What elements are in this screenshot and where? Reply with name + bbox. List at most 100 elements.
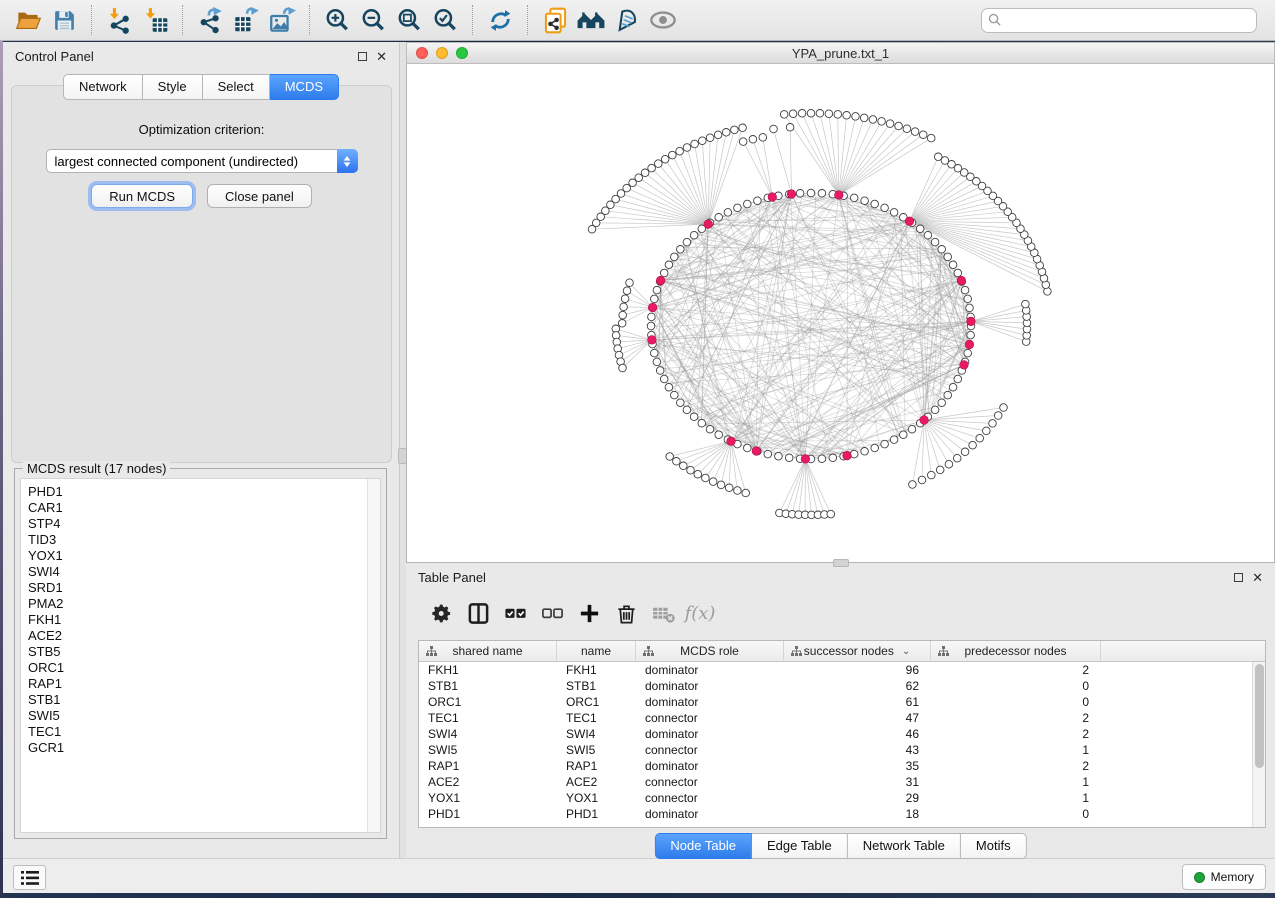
network-graph [407,64,1274,561]
add-icon[interactable] [574,598,604,628]
table-row[interactable]: RAP1RAP1dominator352 [419,758,1265,774]
zoom-fit-icon[interactable] [391,4,427,36]
float-table-panel-icon[interactable] [1234,573,1243,582]
memory-button[interactable]: Memory [1182,864,1266,890]
table-cell: YOX1 [419,791,557,805]
network-window-titlebar[interactable]: YPA_prune.txt_1 [406,42,1275,64]
table-row[interactable]: ORC1ORC1dominator610 [419,694,1265,710]
save-session-icon[interactable] [46,4,82,36]
table-cell: FKH1 [419,663,557,677]
deselect-all-icon[interactable] [537,598,567,628]
export-network-icon[interactable] [192,4,228,36]
list-item[interactable]: PMA2 [28,596,380,612]
table-row[interactable]: ACE2ACE2connector311 [419,774,1265,790]
export-table-icon[interactable] [228,4,264,36]
table-cell: 43 [784,743,931,757]
zoom-selected-icon[interactable] [427,4,463,36]
select-all-icon[interactable] [500,598,530,628]
column-header-shared-name[interactable]: shared name [419,641,557,661]
tab-node-table[interactable]: Node Table [654,833,752,859]
tab-edge-table[interactable]: Edge Table [752,833,848,859]
show-hide-icon[interactable] [645,4,681,36]
zoom-out-icon[interactable] [355,4,391,36]
home-icon[interactable] [573,4,609,36]
table-splitter-grip[interactable] [833,559,849,567]
tab-motifs[interactable]: Motifs [961,833,1027,859]
table-row[interactable]: SWI4SWI4dominator462 [419,726,1265,742]
list-item[interactable]: FKH1 [28,612,380,628]
mcds-tab-content: Optimization criterion: largest connecte… [11,85,392,463]
list-item[interactable]: SWI5 [28,708,380,724]
open-file-icon[interactable] [10,4,46,36]
gear-icon[interactable] [426,598,456,628]
table-cell: 18 [784,807,931,821]
network-canvas[interactable] [406,64,1275,563]
list-item[interactable]: SRD1 [28,580,380,596]
table-cell: ACE2 [419,775,557,789]
zoom-in-icon[interactable] [319,4,355,36]
task-history-button[interactable] [13,865,46,890]
share-document-icon[interactable] [537,4,573,36]
list-item[interactable]: TID3 [28,532,380,548]
column-header-name[interactable]: name [557,641,636,661]
table-cell: SWI4 [557,727,636,741]
tab-network-table[interactable]: Network Table [848,833,961,859]
list-item[interactable]: TEC1 [28,724,380,740]
column-header-predecessor-nodes[interactable]: predecessor nodes [931,641,1101,661]
table-cell: 35 [784,759,931,773]
first-neighbors-icon[interactable] [482,4,518,36]
table-cell: ACE2 [557,775,636,789]
export-image-icon[interactable] [264,4,300,36]
table-cell: 2 [931,711,1101,725]
table-cell: dominator [636,727,784,741]
search-input[interactable] [981,8,1257,33]
style-icon[interactable] [609,4,645,36]
criterion-dropdown[interactable]: largest connected component (undirected) [46,149,358,173]
table-cell: PHD1 [557,807,636,821]
zoom-window-icon[interactable] [456,47,468,59]
table-scrollbar[interactable] [1252,662,1265,827]
result-scrollbar[interactable] [367,479,380,832]
table-row[interactable]: SWI5SWI5connector431 [419,742,1265,758]
list-item[interactable]: GCR1 [28,740,380,756]
list-item[interactable]: PHD1 [28,484,380,500]
table-row[interactable]: PHD1PHD1dominator180 [419,806,1265,822]
table-row[interactable]: FKH1FKH1dominator962 [419,662,1265,678]
memory-status-icon [1194,872,1205,883]
tab-mcds[interactable]: MCDS [270,74,339,100]
minimize-window-icon[interactable] [436,47,448,59]
list-item[interactable]: RAP1 [28,676,380,692]
table-panel-title: Table Panel [418,570,486,585]
list-item[interactable]: STB1 [28,692,380,708]
table-row[interactable]: TEC1TEC1connector472 [419,710,1265,726]
list-item[interactable]: ORC1 [28,660,380,676]
close-panel-icon[interactable]: ✕ [376,50,387,63]
list-item[interactable]: STB5 [28,644,380,660]
delete-icon[interactable] [611,598,641,628]
run-mcds-button[interactable]: Run MCDS [91,184,193,208]
node-table-body: FKH1FKH1dominator962STB1STB1dominator620… [419,662,1265,822]
close-panel-button[interactable]: Close panel [207,184,312,208]
list-item[interactable]: CAR1 [28,500,380,516]
import-table-icon[interactable] [137,4,173,36]
column-header-successor-nodes[interactable]: successor nodes⌄ [784,641,931,661]
table-row[interactable]: YOX1YOX1connector291 [419,790,1265,806]
list-item[interactable]: ACE2 [28,628,380,644]
toolbar-separator [527,5,528,35]
mcds-result-list[interactable]: PHD1CAR1STP4TID3YOX1SWI4SRD1PMA2FKH1ACE2… [20,478,381,833]
list-item[interactable]: SWI4 [28,564,380,580]
list-item[interactable]: STP4 [28,516,380,532]
column-header-MCDS-role[interactable]: MCDS role [636,641,784,661]
tab-network[interactable]: Network [63,74,143,100]
close-window-icon[interactable] [416,47,428,59]
float-panel-icon[interactable] [358,52,367,61]
tab-select[interactable]: Select [203,74,270,100]
import-network-icon[interactable] [101,4,137,36]
close-table-panel-icon[interactable]: ✕ [1252,571,1263,584]
table-row[interactable]: STB1STB1dominator620 [419,678,1265,694]
columns-icon[interactable] [463,598,493,628]
tab-style[interactable]: Style [143,74,203,100]
table-scrollbar-thumb[interactable] [1255,664,1264,768]
table-cell: 1 [931,775,1101,789]
list-item[interactable]: YOX1 [28,548,380,564]
